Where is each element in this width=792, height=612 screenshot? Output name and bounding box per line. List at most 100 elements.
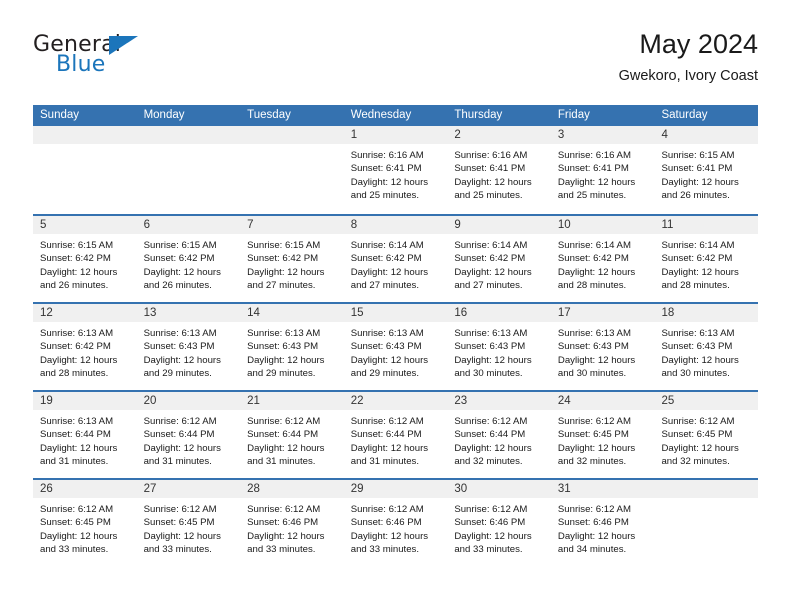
day-detail-line: Daylight: 12 hours — [247, 266, 325, 278]
day-cell-27[interactable]: 27 Sunrise: 6:12 AM Sunset: 6:45 PM Dayligh… — [136, 480, 241, 566]
weekday-header-saturday: Saturday — [661, 109, 708, 121]
day-detail-line: Daylight: 12 hours — [350, 354, 429, 366]
day-details: Sunrise: 6:12 AM Sunset: 6:44 PM Daylight:… — [447, 410, 551, 468]
day-detail-line: Sunrise: 6:12 AM — [557, 504, 631, 515]
day-detail-line: Sunrise: 6:16 AM — [454, 150, 528, 161]
day-details: Sunrise: 6:15 AM Sunset: 6:42 PM Daylight:… — [137, 234, 241, 292]
day-number: 8 — [343, 216, 448, 234]
day-cell-25[interactable]: 25 Sunrise: 6:12 AM Sunset: 6:45 PM Dayligh… — [654, 392, 759, 478]
day-detail-line: and 26 minutes. — [143, 279, 212, 291]
day-cell-18[interactable]: 18 Sunrise: 6:13 AM Sunset: 6:43 PM Dayligh… — [654, 304, 759, 390]
day-detail-line: Daylight: 12 hours — [454, 530, 532, 542]
day-details: Sunrise: 6:12 AM Sunset: 6:44 PM Daylight:… — [344, 410, 448, 468]
day-number: 5 — [33, 216, 137, 234]
day-cell-20[interactable]: 20 Sunrise: 6:12 AM Sunset: 6:44 PM Dayligh… — [136, 392, 241, 478]
day-cell-10[interactable]: 10 Sunrise: 6:14 AM Sunset: 6:42 PM Dayligh… — [550, 216, 655, 302]
day-detail-line: Sunrise: 6:12 AM — [350, 416, 424, 427]
day-cell-30[interactable]: 30 Sunrise: 6:12 AM Sunset: 6:46 PM Dayligh… — [447, 480, 551, 566]
day-cell-11[interactable]: 11 Sunrise: 6:14 AM Sunset: 6:42 PM Dayligh… — [654, 216, 759, 302]
day-detail-line: and 33 minutes. — [143, 543, 212, 555]
day-number: 4 — [654, 126, 759, 144]
day-cell-16[interactable]: 16 Sunrise: 6:13 AM Sunset: 6:43 PM Dayligh… — [447, 304, 551, 390]
day-detail-line: Sunrise: 6:12 AM — [557, 416, 631, 427]
day-number: 27 — [136, 480, 241, 498]
day-number: 22 — [343, 392, 448, 410]
day-detail-line: Sunset: 6:42 PM — [557, 253, 629, 265]
day-detail-line: Sunrise: 6:13 AM — [454, 328, 528, 339]
day-detail-line: and 34 minutes. — [557, 543, 627, 555]
day-detail-line: Sunset: 6:45 PM — [40, 517, 111, 529]
day-cell-2[interactable]: 2 Sunrise: 6:16 AM Sunset: 6:41 PM Daylight… — [447, 126, 551, 214]
calendar-week-row: 19 Sunrise: 6:13 AM Sunset: 6:44 PM Dayligh… — [33, 390, 759, 478]
day-details: Sunrise: 6:13 AM Sunset: 6:43 PM Daylight:… — [447, 322, 551, 380]
day-cell-8[interactable]: 8 Sunrise: 6:14 AM Sunset: 6:42 PM Daylight… — [343, 216, 448, 302]
logo-text-blue: Blue — [56, 52, 106, 77]
day-details: Sunrise: 6:12 AM Sunset: 6:44 PM Daylight:… — [137, 410, 241, 468]
day-cell-15[interactable]: 15 Sunrise: 6:13 AM Sunset: 6:43 PM Dayligh… — [343, 304, 448, 390]
day-cell-7[interactable]: 7 Sunrise: 6:15 AM Sunset: 6:42 PM Daylight… — [240, 216, 344, 302]
day-details: Sunrise: 6:13 AM Sunset: 6:43 PM Daylight:… — [654, 322, 758, 380]
general-blue-logo: General Blue — [33, 32, 223, 90]
day-detail-line: Sunset: 6:45 PM — [557, 429, 629, 441]
day-details: Sunrise: 6:16 AM Sunset: 6:41 PM Daylight:… — [447, 144, 551, 202]
page-subtitle: Gwekoro, Ivory Coast — [618, 68, 758, 84]
day-cell-9[interactable]: 9 Sunrise: 6:14 AM Sunset: 6:42 PM Daylight… — [447, 216, 551, 302]
weekday-header-monday: Monday — [143, 109, 185, 121]
day-detail-line: and 32 minutes. — [454, 455, 523, 467]
day-cell-12[interactable]: 12 Sunrise: 6:13 AM Sunset: 6:42 PM Dayligh… — [33, 304, 137, 390]
day-detail-line: Sunset: 6:42 PM — [40, 341, 111, 353]
day-cell-1[interactable]: 1 Sunrise: 6:16 AM Sunset: 6:41 PM Daylight… — [343, 126, 448, 214]
day-detail-line: and 27 minutes. — [454, 279, 523, 291]
day-cell-4[interactable]: 4 Sunrise: 6:15 AM Sunset: 6:41 PM Daylight… — [654, 126, 759, 214]
day-detail-line: and 25 minutes. — [557, 189, 627, 201]
day-cell-28[interactable]: 28 Sunrise: 6:12 AM Sunset: 6:46 PM Dayligh… — [240, 480, 344, 566]
day-cell-31[interactable]: 31 Sunrise: 6:12 AM Sunset: 6:46 PM Dayligh… — [550, 480, 655, 566]
day-number: 7 — [240, 216, 344, 234]
day-details: Sunrise: 6:14 AM Sunset: 6:42 PM Daylight:… — [447, 234, 551, 292]
day-detail-line: and 29 minutes. — [350, 367, 420, 379]
day-cell-26[interactable]: 26 Sunrise: 6:12 AM Sunset: 6:45 PM Dayligh… — [33, 480, 137, 566]
day-detail-line: Sunrise: 6:12 AM — [454, 504, 528, 515]
day-detail-line: Sunrise: 6:15 AM — [247, 240, 321, 251]
day-number: 14 — [240, 304, 344, 322]
day-detail-line: Sunrise: 6:14 AM — [350, 240, 424, 251]
day-detail-line: and 28 minutes. — [40, 367, 109, 379]
day-detail-line: Daylight: 12 hours — [247, 530, 325, 542]
day-detail-line: and 31 minutes. — [40, 455, 109, 467]
calendar-page: General Blue May 2024 Gwekoro, Ivory Coa… — [0, 0, 792, 612]
day-detail-line: and 29 minutes. — [247, 367, 316, 379]
day-details: Sunrise: 6:15 AM Sunset: 6:41 PM Daylight:… — [654, 144, 758, 202]
day-cell-22[interactable]: 22 Sunrise: 6:12 AM Sunset: 6:44 PM Dayligh… — [343, 392, 448, 478]
day-detail-line: Sunrise: 6:13 AM — [40, 328, 114, 339]
day-cell-21[interactable]: 21 Sunrise: 6:12 AM Sunset: 6:44 PM Dayligh… — [240, 392, 344, 478]
day-details: Sunrise: 6:16 AM Sunset: 6:41 PM Daylight:… — [344, 144, 448, 202]
day-detail-line: and 30 minutes. — [557, 367, 627, 379]
day-detail-line: and 27 minutes. — [247, 279, 316, 291]
day-details — [137, 144, 241, 149]
page-header: General Blue May 2024 Gwekoro, Ivory Coa… — [33, 28, 758, 98]
day-cell-17[interactable]: 17 Sunrise: 6:13 AM Sunset: 6:43 PM Dayligh… — [550, 304, 655, 390]
day-detail-line: Daylight: 12 hours — [454, 442, 532, 454]
day-cell-3[interactable]: 3 Sunrise: 6:16 AM Sunset: 6:41 PM Daylight… — [550, 126, 655, 214]
day-number — [33, 126, 137, 144]
day-detail-line: Sunrise: 6:13 AM — [143, 328, 217, 339]
day-detail-line: Daylight: 12 hours — [247, 354, 325, 366]
day-number: 29 — [343, 480, 448, 498]
day-number: 18 — [654, 304, 759, 322]
day-cell-5[interactable]: 5 Sunrise: 6:15 AM Sunset: 6:42 PM Daylight… — [33, 216, 137, 302]
day-details: Sunrise: 6:12 AM Sunset: 6:45 PM Daylight:… — [137, 498, 241, 556]
day-cell-14[interactable]: 14 Sunrise: 6:13 AM Sunset: 6:43 PM Dayligh… — [240, 304, 344, 390]
day-number: 9 — [447, 216, 551, 234]
day-detail-line: Daylight: 12 hours — [143, 442, 221, 454]
calendar-week-row: 12 Sunrise: 6:13 AM Sunset: 6:42 PM Dayligh… — [33, 302, 759, 390]
day-detail-line: Sunset: 6:45 PM — [143, 517, 215, 529]
day-cell-13[interactable]: 13 Sunrise: 6:13 AM Sunset: 6:43 PM Dayligh… — [136, 304, 241, 390]
day-cell-23[interactable]: 23 Sunrise: 6:12 AM Sunset: 6:44 PM Dayligh… — [447, 392, 551, 478]
day-detail-line: Daylight: 12 hours — [143, 530, 221, 542]
day-cell-29[interactable]: 29 Sunrise: 6:12 AM Sunset: 6:46 PM Dayligh… — [343, 480, 448, 566]
day-number — [654, 480, 759, 498]
day-cell-24[interactable]: 24 Sunrise: 6:12 AM Sunset: 6:45 PM Dayligh… — [550, 392, 655, 478]
day-cell-19[interactable]: 19 Sunrise: 6:13 AM Sunset: 6:44 PM Dayligh… — [33, 392, 137, 478]
day-number: 6 — [136, 216, 241, 234]
day-cell-6[interactable]: 6 Sunrise: 6:15 AM Sunset: 6:42 PM Daylight… — [136, 216, 241, 302]
